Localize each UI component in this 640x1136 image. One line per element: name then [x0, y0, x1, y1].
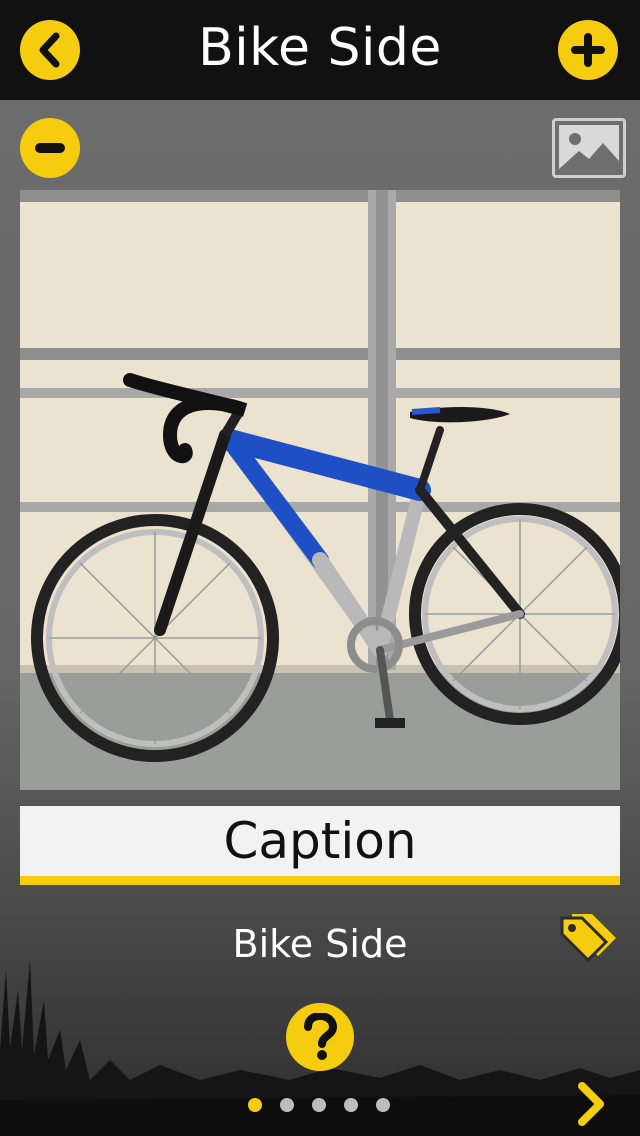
question-icon	[304, 1013, 338, 1060]
tag-button[interactable]	[558, 910, 618, 966]
page-dot-active[interactable]	[248, 1098, 262, 1112]
page-dot[interactable]	[376, 1098, 390, 1112]
minus-icon	[35, 143, 65, 153]
plus-icon	[571, 33, 605, 67]
top-bar: Bike Side	[0, 0, 640, 100]
caption-value: Bike Side	[232, 922, 408, 966]
gallery-button[interactable]	[552, 118, 626, 178]
bike-photo[interactable]	[20, 190, 620, 790]
bicycle-image	[20, 190, 620, 790]
tag-icon	[560, 914, 616, 963]
add-button[interactable]	[558, 20, 618, 80]
remove-photo-button[interactable]	[20, 118, 80, 178]
page-dot[interactable]	[312, 1098, 326, 1112]
next-button[interactable]	[572, 1080, 612, 1128]
page-dot[interactable]	[280, 1098, 294, 1112]
caption-field[interactable]: Caption	[20, 806, 620, 876]
page-dot[interactable]	[344, 1098, 358, 1112]
chevron-right-icon	[578, 1082, 604, 1126]
image-icon	[559, 125, 619, 171]
caption-label: Caption	[223, 812, 417, 870]
page-indicator	[248, 1098, 390, 1112]
help-button[interactable]	[286, 1003, 354, 1071]
caption-underline	[20, 876, 620, 885]
page-title: Bike Side	[198, 18, 442, 78]
